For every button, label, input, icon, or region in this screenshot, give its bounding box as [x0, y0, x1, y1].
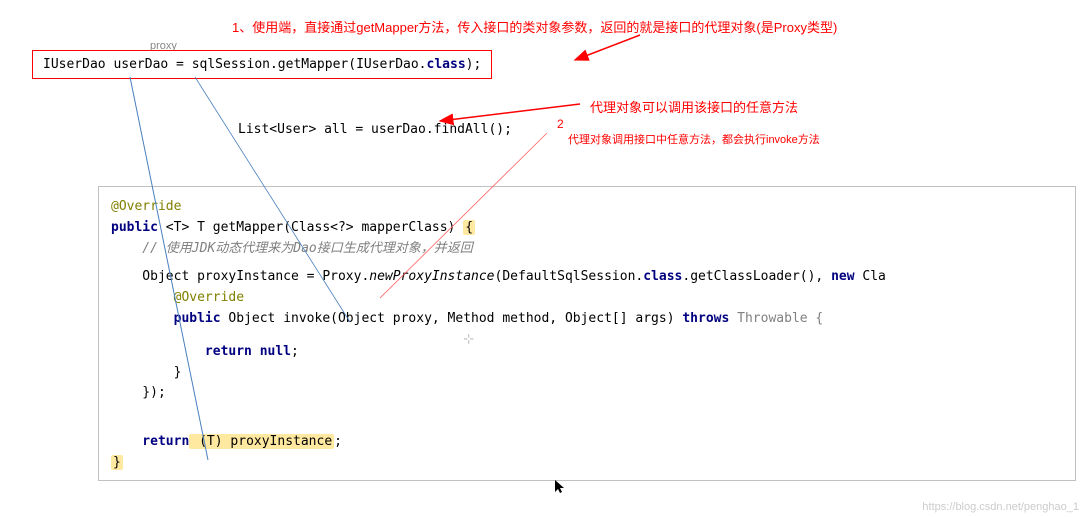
annotation-text-2: 代理对象可以调用该接口的任意方法 [590, 97, 798, 116]
code-line: public <T> T getMapper(Class<?> mapperCl… [111, 218, 1063, 239]
code-line: Object proxyInstance = Proxy.newProxyIns… [111, 267, 1063, 288]
code-line: @Override [111, 288, 1063, 309]
code-snippet-3: @Override public <T> T getMapper(Class<?… [98, 186, 1076, 481]
code-line: }); [111, 383, 1063, 404]
annotation-text-1: 1、使用端，直接通过getMapper方法，传入接口的类对象参数，返回的就是接口… [232, 17, 837, 36]
code-line: IUserDao userDao = sqlSession.getMapper(… [43, 57, 481, 72]
code-line: return null; [111, 342, 1063, 363]
code-snippet-1: IUserDao userDao = sqlSession.getMapper(… [32, 50, 492, 79]
code-line: } [111, 363, 1063, 384]
annotation-number-2: 2 [557, 117, 564, 131]
code-line: @Override [111, 197, 1063, 218]
code-comment: // 使用JDK动态代理来为Dao接口生成代理对象，并返回 [111, 239, 1063, 260]
code-line: public Object invoke(Object proxy, Metho… [111, 309, 1063, 330]
code-snippet-2: List<User> all = userDao.findAll(); [238, 122, 512, 137]
blank-line [111, 404, 1063, 418]
cursor-icon [555, 480, 565, 497]
code-line: return (T) proxyInstance; [111, 432, 1063, 453]
code-line: List<User> all = userDao.findAll(); [238, 122, 512, 137]
caret-line: ⊹ [111, 330, 1063, 342]
blank-line [111, 259, 1063, 267]
blank-line [111, 418, 1063, 432]
code-line: } [111, 453, 1063, 474]
watermark-text: https://blog.csdn.net/penghao_1 [922, 501, 1079, 513]
annotation-text-3: 代理对象调用接口中任意方法，都会执行invoke方法 [568, 131, 820, 147]
